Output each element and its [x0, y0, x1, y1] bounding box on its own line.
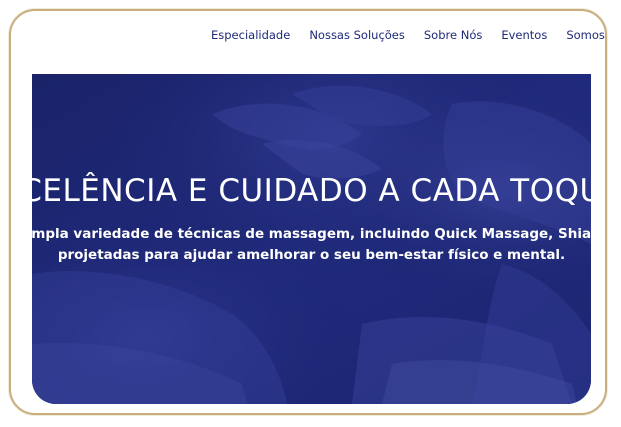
hero-title: CELÊNCIA E CUIDADO A CADA TOQU: [32, 173, 591, 209]
nav-menu: Especialidade Nossas Soluções Sobre Nós …: [211, 28, 605, 42]
hero-subtitle-line-2: projetadas para ajudar amelhorar o seu b…: [57, 247, 566, 263]
hero-subtitle-line-1: n ampla variedade de técnicas de massage…: [32, 226, 591, 242]
hero-banner: CELÊNCIA E CUIDADO A CADA TOQU n ampla v…: [32, 74, 591, 404]
nav-item-somos[interactable]: Somos: [566, 28, 605, 42]
nav-item-sobre-nos[interactable]: Sobre Nós: [424, 28, 482, 42]
top-navigation: Especialidade Nossas Soluções Sobre Nós …: [11, 11, 605, 65]
nav-item-eventos[interactable]: Eventos: [501, 28, 547, 42]
browser-frame: Especialidade Nossas Soluções Sobre Nós …: [9, 9, 607, 415]
nav-item-especialidade[interactable]: Especialidade: [211, 28, 290, 42]
nav-item-nossas-solucoes[interactable]: Nossas Soluções: [309, 28, 405, 42]
